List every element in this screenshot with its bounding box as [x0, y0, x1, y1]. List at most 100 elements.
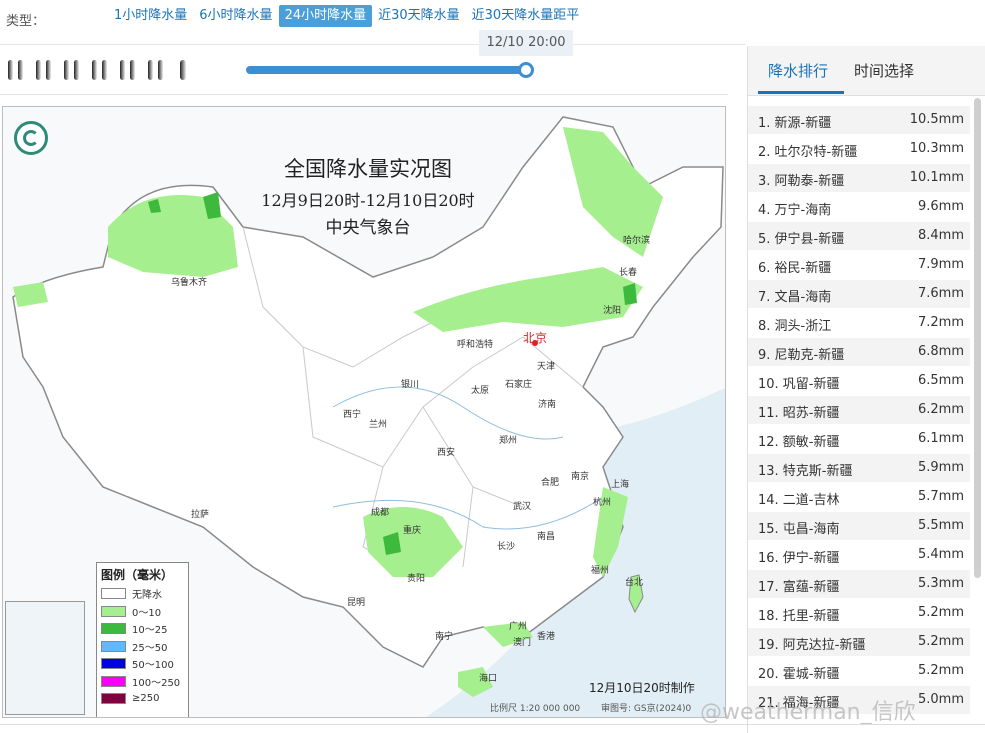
time-slider-track[interactable] — [246, 66, 528, 74]
ranking-row[interactable]: 14. 二道-吉林 5.7mm — [748, 483, 970, 512]
ranking-station: 4. 万宁-海南 — [758, 203, 832, 218]
type-tab-30d[interactable]: 近30天降水量 — [372, 5, 466, 27]
legend-item: 100～250 — [97, 673, 188, 691]
time-slider-handle[interactable] — [518, 62, 534, 78]
type-tab-1h[interactable]: 1小时降水量 — [108, 5, 193, 27]
ranking-value: 6.2mm — [917, 402, 964, 417]
city-label-beijing: 北京 — [523, 331, 548, 345]
city-label: 太原 — [471, 386, 490, 396]
loop-icon[interactable] — [174, 58, 193, 82]
city-label: 贵阳 — [407, 574, 426, 584]
city-label: 香港 — [537, 632, 556, 642]
city-label: 天津 — [537, 362, 556, 372]
tab-rainfall-ranking[interactable]: 降水排行 — [768, 60, 828, 81]
city-label: 澳门 — [513, 638, 532, 648]
first-frame-icon[interactable] — [6, 58, 25, 82]
ranking-station: 14. 二道-吉林 — [758, 493, 840, 508]
current-time-tooltip: 12/10 20:00 — [479, 30, 573, 56]
city-label: 长春 — [619, 268, 638, 278]
ranking-row[interactable]: 6. 裕民-新疆 7.9mm — [748, 251, 970, 280]
previous-frame-icon[interactable] — [34, 58, 53, 82]
map-scale: 比例尺 1:20 000 000 — [490, 704, 581, 714]
city-label: 拉萨 — [191, 510, 210, 520]
ranking-row[interactable]: 9. 尼勒克-新疆 6.8mm — [748, 338, 970, 367]
last-frame-icon[interactable] — [146, 58, 165, 82]
city-label: 济南 — [538, 400, 557, 410]
ranking-value: 5.3mm — [917, 576, 964, 591]
ranking-station: 19. 阿克达拉-新疆 — [758, 638, 866, 653]
city-label: 西安 — [437, 448, 456, 458]
ranking-value: 5.2mm — [917, 663, 964, 678]
ranking-row[interactable]: 20. 霍城-新疆 5.2mm — [748, 657, 970, 686]
city-label: 上海 — [611, 480, 630, 490]
ranking-row[interactable]: 13. 特克斯-新疆 5.9mm — [748, 454, 970, 483]
ranking-station: 16. 伊宁-新疆 — [758, 551, 840, 566]
ranking-station: 9. 尼勒克-新疆 — [758, 348, 845, 363]
ranking-station: 10. 巩留-新疆 — [758, 377, 840, 392]
city-label: 南昌 — [537, 532, 556, 542]
ranking-station: 1. 新源-新疆 — [758, 116, 832, 131]
ranking-value: 5.5mm — [917, 518, 964, 533]
divider — [0, 44, 746, 45]
ranking-row[interactable]: 2. 吐尔尕特-新疆 10.3mm — [748, 135, 970, 164]
type-label: 类型： — [6, 14, 46, 29]
city-label: 长沙 — [497, 542, 516, 552]
map-title: 全国降水量实况图 — [284, 157, 452, 181]
ranking-row[interactable]: 18. 托里-新疆 5.2mm — [748, 599, 970, 628]
ranking-row[interactable]: 3. 阿勒泰-新疆 10.1mm — [748, 164, 970, 193]
ranking-row[interactable]: 10. 巩留-新疆 6.5mm — [748, 367, 970, 396]
city-label: 银川 — [401, 380, 420, 390]
ranking-row[interactable]: 4. 万宁-海南 9.6mm — [748, 193, 970, 222]
city-label: 福州 — [591, 566, 610, 576]
ranking-value: 6.1mm — [917, 431, 964, 446]
ranking-row[interactable]: 17. 富蕴-新疆 5.3mm — [748, 570, 970, 599]
next-frame-icon[interactable] — [118, 58, 137, 82]
ranking-row[interactable]: 12. 额敏-新疆 6.1mm — [748, 425, 970, 454]
type-tab-6h[interactable]: 6小时降水量 — [193, 5, 278, 27]
ranking-station: 11. 昭苏-新疆 — [758, 406, 840, 421]
ranking-station: 6. 裕民-新疆 — [758, 261, 832, 276]
south-china-sea-inset — [5, 601, 85, 715]
type-tabs: 1小时降水量 6小时降水量 24小时降水量 近30天降水量 近30天降水量距平 — [108, 5, 585, 27]
city-label: 石家庄 — [505, 380, 533, 390]
ranking-row[interactable]: 16. 伊宁-新疆 5.4mm — [748, 541, 970, 570]
play-icon[interactable] — [62, 58, 81, 82]
ranking-row[interactable]: 15. 屯昌-海南 5.5mm — [748, 512, 970, 541]
precipitation-map: 全国降水量实况图 12月9日20时-12月10日20时 中央气象台 哈尔滨 长春… — [2, 106, 726, 718]
ranking-station: 7. 文昌-海南 — [758, 290, 832, 305]
ranking-value: 7.2mm — [917, 315, 964, 330]
city-label: 南宁 — [435, 632, 454, 642]
map-made-time: 12月10日20时制作 — [589, 681, 695, 695]
ranking-row[interactable]: 8. 洞头-浙江 7.2mm — [748, 309, 970, 338]
legend-title: 图例（毫米） — [101, 568, 174, 582]
ranking-station: 13. 特克斯-新疆 — [758, 464, 853, 479]
ranking-value: 10.1mm — [909, 170, 964, 185]
pause-icon[interactable] — [90, 58, 109, 82]
city-label: 呼和浩特 — [457, 340, 494, 350]
city-label: 武汉 — [513, 502, 532, 512]
city-label: 哈尔滨 — [623, 236, 651, 246]
legend-item: 无降水 — [97, 585, 188, 603]
ranking-row[interactable]: 19. 阿克达拉-新疆 5.2mm — [748, 628, 970, 657]
legend-item: ≥250 — [97, 690, 188, 708]
ranking-scrollbar[interactable] — [974, 98, 981, 578]
type-tab-30d-anomaly[interactable]: 近30天降水量距平 — [466, 5, 586, 27]
ranking-value: 8.4mm — [917, 228, 964, 243]
ranking-row[interactable]: 5. 伊宁县-新疆 8.4mm — [748, 222, 970, 251]
city-label: 合肥 — [541, 478, 560, 488]
ranking-station: 8. 洞头-浙江 — [758, 319, 832, 334]
city-label: 重庆 — [403, 526, 422, 536]
ranking-row[interactable]: 11. 昭苏-新疆 6.2mm — [748, 396, 970, 425]
type-tab-24h[interactable]: 24小时降水量 — [278, 5, 373, 27]
ranking-row[interactable]: 1. 新源-新疆 10.5mm — [748, 106, 970, 135]
ranking-station: 12. 额敏-新疆 — [758, 435, 840, 450]
legend-item: 25～50 — [97, 638, 188, 656]
map-period: 12月9日20时-12月10日20时 — [261, 191, 475, 210]
city-label: 广州 — [509, 622, 528, 632]
tab-time-select[interactable]: 时间选择 — [854, 60, 914, 81]
ranking-row[interactable]: 7. 文昌-海南 7.6mm — [748, 280, 970, 309]
precipitation-viewer: 类型： 1小时降水量 6小时降水量 24小时降水量 近30天降水量 近30天降水… — [0, 0, 985, 733]
city-label: 昆明 — [347, 598, 366, 608]
divider — [0, 94, 728, 95]
city-label: 郑州 — [499, 436, 518, 446]
